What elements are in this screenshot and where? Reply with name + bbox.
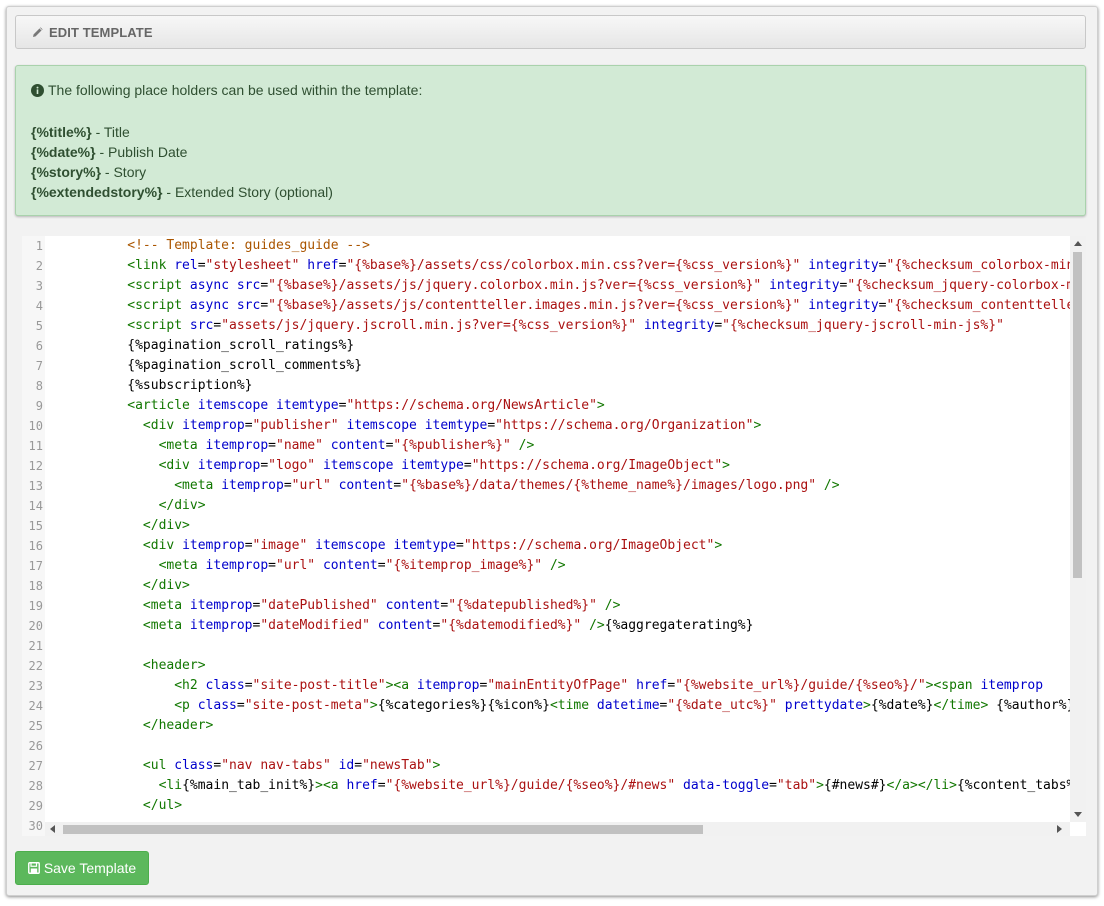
line-number: 12 [28,459,43,473]
line-number: 6 [35,339,43,353]
line-number: 8 [35,379,43,393]
info-intro-text: The following place holders can be used … [48,82,423,98]
floppy-disk-icon [27,862,40,874]
line-number: 14 [28,499,43,513]
line-number: 23 [28,679,43,693]
line-number: 25 [28,719,43,733]
code-line: <ul class="nav nav-tabs" id="newsTab"> [49,758,441,773]
scroll-left-arrow-icon[interactable] [50,825,55,833]
code-editor[interactable]: 1 2 3 4 5 6 7 8 9 10 11 12 13 14 15 16 17 18 19 20 21 22 23 24 2… [22,236,1086,836]
info-circle-icon [31,83,44,97]
vertical-scroll-thumb[interactable] [1073,252,1082,578]
line-number: 24 [28,699,43,713]
placeholder-row: {%extendedstory%} - Extended Story (opti… [31,182,333,202]
save-template-button[interactable]: Save Template [15,851,149,885]
line-number: 28 [28,779,43,793]
code-line: <script async src="{%base%}/assets/js/jq… [49,278,1070,293]
info-intro: The following place holders can be used … [31,82,422,98]
placeholder-row: {%story%} - Story [31,162,333,182]
scroll-up-arrow-icon[interactable] [1074,241,1082,246]
code-line: <div itemprop="publisher" itemscope item… [49,418,762,433]
line-number: 5 [35,319,43,333]
line-number: 1 [35,239,43,253]
code-line: <div itemprop="image" itemscope itemtype… [49,538,723,553]
line-number: 29 [28,799,43,813]
code-line: </ul> [49,798,183,813]
code-line: {%subscription%} [49,378,253,393]
code-line: </div> [49,578,190,593]
line-number: 30 [28,819,43,833]
placeholder-desc: - Extended Story (optional) [162,184,333,200]
save-button-label: Save Template [43,860,137,876]
horizontal-scrollbar[interactable] [45,822,1070,836]
code-line: <h2 class="site-post-title"><a itemprop=… [49,678,1044,693]
code-line: </div> [49,518,190,533]
code-line: <div itemprop="logo" itemscope itemtype=… [49,458,730,473]
pencil-icon [32,26,44,38]
line-number: 9 [35,399,43,413]
code-area[interactable]: <!-- Template: guides_guide --> <link re… [45,236,1070,822]
line-number: 2 [35,259,43,273]
line-number: 7 [35,359,43,373]
code-line: <meta itemprop="url" content="{%itemprop… [49,558,566,573]
scroll-down-arrow-icon[interactable] [1074,812,1082,817]
line-number: 27 [28,759,43,773]
horizontal-scroll-thumb[interactable] [63,825,703,834]
code-line: <script src="assets/js/jquery.jscroll.mi… [49,318,1004,333]
code-line: <li{%main_tab_init%}><a href="{%website_… [49,778,1070,793]
placeholder-desc: - Title [91,124,130,140]
code-line: {%pagination_scroll_ratings%} [49,338,355,353]
code-line: <meta itemprop="dateModified" content="{… [49,618,754,633]
placeholder-token: {%story%} [31,164,102,180]
code-line: <meta itemprop="datePublished" content="… [49,598,621,613]
line-number: 22 [28,659,43,673]
placeholder-row: {%title%} - Title [31,122,333,142]
line-number: 26 [28,739,43,753]
code-line: <meta itemprop="url" content="{%base%}/d… [49,478,840,493]
code-line: {%pagination_scroll_comments%} [49,358,363,373]
line-number: 18 [28,579,43,593]
code-line: </header> [49,718,214,733]
placeholder-token: {%extendedstory%} [31,184,163,200]
placeholder-desc: - Publish Date [95,144,188,160]
code-line: <header> [49,658,206,673]
line-number: 21 [28,639,43,653]
line-number: 11 [28,439,43,453]
line-number: 15 [28,519,43,533]
code-line: <!-- Template: guides_guide --> [49,238,370,253]
panel-title: EDIT TEMPLATE [49,24,153,40]
panel-heading: EDIT TEMPLATE [15,15,1086,49]
line-number: 3 [35,279,43,293]
placeholder-row: {%date%} - Publish Date [31,142,333,162]
code-line: <link rel="stylesheet" href="{%base%}/as… [49,258,1070,273]
placeholder-token: {%date%} [31,144,96,160]
code-line: <script async src="{%base%}/assets/js/co… [49,298,1070,313]
line-number: 13 [28,479,43,493]
line-number: 16 [28,539,43,553]
line-number-gutter: 1 2 3 4 5 6 7 8 9 10 11 12 13 14 15 16 17 18 19 20 21 22 23 24 2… [22,236,45,836]
code-line: <article itemscope itemtype="https://sch… [49,398,605,413]
line-number: 10 [28,419,43,433]
scroll-right-arrow-icon[interactable] [1057,825,1062,833]
placeholder-list: {%title%} - Title {%date%} - Publish Dat… [31,122,333,202]
placeholder-info-box: The following place holders can be used … [15,65,1086,216]
line-number: 4 [35,299,43,313]
placeholder-token: {%title%} [31,124,92,140]
line-number: 17 [28,559,43,573]
line-number: 20 [28,619,43,633]
code-line: </div> [49,498,206,513]
line-number: 19 [28,599,43,613]
code-line: <p class="site-post-meta">{%categories%}… [49,698,1070,713]
placeholder-desc: - Story [101,164,147,180]
code-line: <meta itemprop="name" content="{%publish… [49,438,535,453]
vertical-scrollbar[interactable] [1070,236,1086,822]
